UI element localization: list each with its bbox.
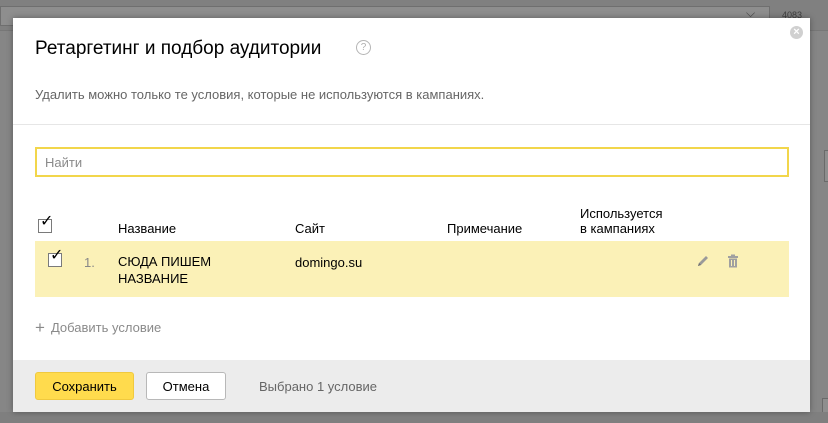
background-footer — [0, 412, 828, 423]
retargeting-dialog: Ретаргетинг и подбор аудитории ? × Удали… — [13, 18, 810, 412]
background-control — [824, 150, 828, 182]
row-name: СЮДА ПИШЕМ НАЗВАНИЕ — [118, 253, 211, 287]
column-header-used-line1: Используется — [580, 206, 663, 221]
row-site: domingo.su — [295, 255, 363, 270]
table-header: ✓ Название Сайт Примечание Используется … — [35, 203, 789, 241]
plus-icon: + — [35, 318, 45, 337]
table-row[interactable]: ✓ 1. СЮДА ПИШЕМ НАЗВАНИЕ domingo.su — [35, 241, 789, 297]
cancel-button[interactable]: Отмена — [146, 372, 226, 400]
row-name-line1: СЮДА ПИШЕМ — [118, 254, 212, 269]
select-all-checkbox[interactable]: ✓ — [38, 213, 53, 233]
close-icon[interactable]: × — [790, 26, 803, 39]
column-header-note: Примечание — [447, 221, 523, 236]
column-header-site: Сайт — [295, 221, 325, 236]
dialog-footer: Сохранить Отмена Выбрано 1 условие — [13, 360, 810, 412]
trash-icon[interactable] — [725, 253, 741, 269]
dialog-subtitle: Удалить можно только те условия, которые… — [35, 87, 485, 102]
dialog-header: Ретаргетинг и подбор аудитории ? × Удали… — [13, 18, 810, 125]
pencil-icon[interactable] — [695, 253, 711, 269]
row-number: 1. — [84, 255, 95, 270]
dialog-title: Ретаргетинг и подбор аудитории — [35, 38, 322, 59]
column-header-used-line2: в кампаниях — [580, 221, 655, 236]
column-header-name: Название — [118, 221, 177, 236]
add-condition-label: Добавить условие — [50, 320, 162, 335]
column-header-used: Используется в кампаниях — [580, 206, 663, 236]
row-name-line2: НАЗВАНИЕ — [118, 271, 189, 286]
row-checkbox[interactable]: ✓ — [48, 247, 63, 267]
search-input[interactable] — [35, 147, 789, 177]
checkmark-icon: ✓ — [40, 213, 54, 230]
save-button[interactable]: Сохранить — [35, 372, 134, 400]
selection-status: Выбрано 1 условие — [259, 379, 377, 394]
checkmark-icon: ✓ — [50, 247, 64, 264]
question-circle-icon[interactable]: ? — [356, 40, 371, 55]
add-condition-link[interactable]: + Добавить условие — [35, 318, 161, 338]
